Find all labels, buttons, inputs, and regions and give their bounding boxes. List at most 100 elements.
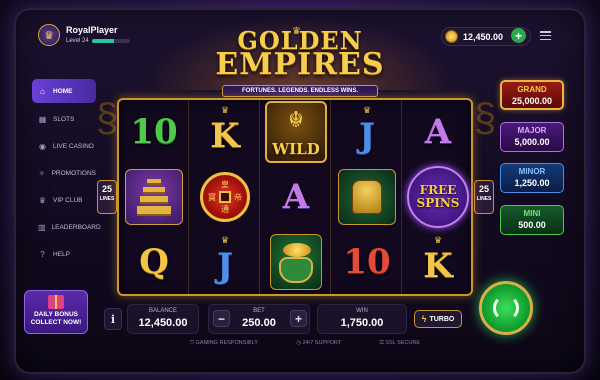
sidebar-item-promotions[interactable]: ✧ PROMOTIONS: [32, 160, 96, 187]
chinese-coin-icon: 皇 帝 通 寶: [200, 172, 250, 222]
crown-icon: ♛: [362, 105, 372, 115]
add-coins-button[interactable]: +: [511, 28, 526, 43]
crown-icon: ♛: [220, 105, 230, 115]
footer-ssl: ⚿ SSL SECURE: [379, 340, 420, 346]
dragon-wild-icon: ☬ WILD: [265, 101, 327, 163]
dragon-decoration-left-icon: §: [96, 96, 119, 140]
symbol-k: ♛ K: [403, 230, 473, 294]
lines-count: 25: [101, 184, 112, 194]
reel-2: ♛ K 皇 帝 通 寶 ♛ J: [190, 100, 260, 294]
symbol-label: 10: [130, 112, 178, 152]
turbo-button[interactable]: ϟ TURBO: [414, 310, 462, 328]
jackpot-grand: GRAND 25,000.00: [500, 80, 564, 110]
footer-ssl-label: SSL SECURE: [385, 340, 420, 346]
win-value: 1,750.00: [340, 317, 384, 329]
leaderboard-icon: ▥: [38, 223, 46, 232]
sidebar: ⌂ HOME ▦ SLOTS ◉ LIVE CASINO ✧ PROMOTION…: [32, 79, 101, 268]
gift-icon: [48, 295, 64, 309]
footer: ⛉ GAMING RESPONSIBLY ◷ 24/7 SUPPORT ⚿ SS…: [190, 340, 420, 347]
menu-icon[interactable]: [540, 31, 551, 40]
footer-responsible-label: GAMING RESPONSIBLY: [195, 340, 258, 346]
symbol-lion: [332, 165, 402, 229]
lines-label: LINES: [476, 196, 492, 202]
symbol-label: K: [423, 246, 453, 286]
jackpot-value: 500.00: [518, 220, 546, 230]
symbol-pagoda: [119, 165, 189, 229]
coin-char-right: 帝: [234, 192, 242, 202]
pagoda-icon: [125, 169, 183, 225]
crown-icon: ♛: [292, 26, 301, 37]
symbol-j: ♛ J: [332, 100, 402, 164]
crown-icon: ♛: [220, 235, 230, 245]
bet-increase-button[interactable]: +: [290, 310, 307, 327]
sidebar-item-label: HELP: [53, 251, 70, 258]
balance-panel: BALANCE 12,450.00: [127, 304, 199, 334]
sidebar-item-label: LIVE CASINO: [53, 143, 94, 150]
balance-value: 12,450.00: [138, 317, 188, 329]
win-panel: WIN 1,750.00: [317, 304, 407, 334]
coin-char-bottom: 通: [221, 205, 229, 214]
sidebar-item-vip-club[interactable]: ♛ VIP CLUB: [32, 187, 96, 214]
level-progress-fill: [91, 39, 115, 43]
jackpot-name: MINI: [523, 209, 541, 218]
balance-label: BALANCE: [148, 308, 177, 314]
turbo-label: TURBO: [429, 315, 455, 323]
coin-icon: [445, 30, 458, 43]
free-spins-icon: FREE SPINS: [407, 166, 469, 228]
symbol-10: 10: [332, 230, 402, 294]
sidebar-item-label: VIP CLUB: [53, 197, 83, 204]
jackpot-name: MAJOR: [517, 126, 547, 135]
username: RoyalPlayer: [66, 25, 118, 35]
symbol-label: 10: [343, 242, 391, 282]
jackpot-minor: MINOR 1,250.00: [500, 163, 564, 193]
daily-bonus-button[interactable]: DAILY BONUS COLLECT NOW!: [24, 290, 88, 334]
reel-5: A FREE SPINS ♛ K: [403, 100, 473, 294]
sidebar-item-label: PROMOTIONS: [51, 170, 96, 177]
slots-icon: ▦: [38, 115, 47, 124]
symbol-q: Q: [119, 230, 189, 294]
spin-button[interactable]: [479, 281, 533, 335]
sidebar-item-label: SLOTS: [53, 116, 75, 123]
avatar[interactable]: ♛: [38, 24, 60, 46]
sidebar-item-leaderboard[interactable]: ▥ LEADERBOARD: [32, 214, 101, 241]
symbol-coin: 皇 帝 通 寶: [190, 165, 260, 229]
symbol-label: J: [358, 116, 376, 156]
coin-char-top: 皇: [221, 180, 229, 189]
jackpot-mini: MINI 500.00: [500, 205, 564, 235]
sidebar-item-help[interactable]: ? HELP: [32, 241, 96, 268]
footer-support: ◷ 24/7 SUPPORT: [296, 340, 342, 346]
logo-tagline: FORTUNES. LEGENDS. ENDLESS WINS.: [222, 85, 378, 97]
sidebar-item-home[interactable]: ⌂ HOME: [32, 79, 96, 103]
jackpot-name: MINOR: [518, 167, 546, 176]
home-icon: ⌂: [40, 86, 45, 96]
win-label: WIN: [356, 308, 368, 314]
reel-4: ♛ J 10: [332, 100, 402, 294]
dragon-decoration-right-icon: §: [474, 96, 497, 140]
free-spins-line-2: SPINS: [416, 196, 460, 210]
symbol-j: ♛ J: [190, 230, 260, 294]
jackpot-value: 5,000.00: [514, 137, 550, 147]
lion-statue-icon: [338, 169, 396, 225]
symbol-label: A: [424, 112, 452, 152]
symbol-gold-pot: [261, 230, 331, 294]
jackpot-major: MAJOR 5,000.00: [500, 122, 564, 152]
sidebar-item-live-casino[interactable]: ◉ LIVE CASINO: [32, 133, 96, 160]
crown-icon: ♛: [433, 235, 443, 245]
symbol-label: A: [282, 177, 310, 217]
refresh-icon: [493, 295, 519, 321]
info-button[interactable]: i: [104, 308, 122, 330]
reels-grid: 10 Q ♛ K 皇 帝 通 寶 ♛ J ☬ WILD A ♛ J 10 A F…: [117, 98, 473, 296]
symbol-label: Q: [139, 242, 169, 282]
sidebar-item-slots[interactable]: ▦ SLOTS: [32, 106, 96, 133]
symbol-free-spins: FREE SPINS: [403, 165, 473, 229]
bet-decrease-button[interactable]: −: [213, 310, 230, 327]
level-row: Level 24: [66, 38, 130, 44]
jackpot-name: GRAND: [517, 85, 547, 94]
footer-support-label: 24/7 SUPPORT: [302, 340, 342, 346]
lines-badge-right: 25 LINES: [474, 180, 494, 214]
symbol-a: A: [261, 165, 331, 229]
footer-responsible: ⛉ GAMING RESPONSIBLY: [190, 340, 258, 346]
symbol-label: K: [210, 116, 240, 156]
jackpot-value: 25,000.00: [511, 96, 553, 106]
lightning-icon: ϟ: [421, 314, 427, 324]
